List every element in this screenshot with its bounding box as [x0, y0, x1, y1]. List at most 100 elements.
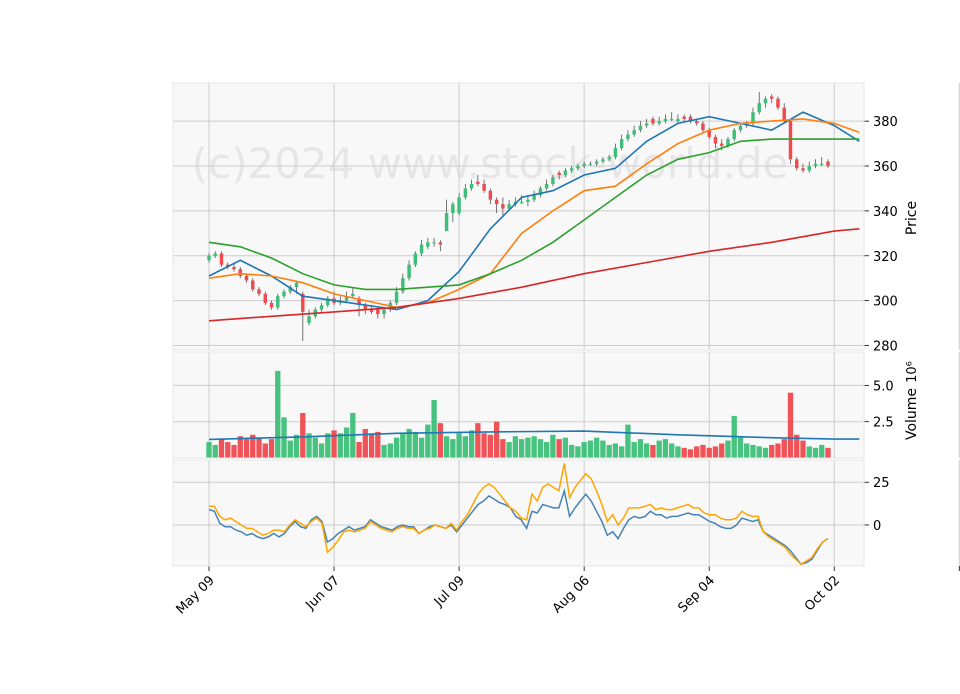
candle-body — [820, 163, 824, 165]
candle-body — [476, 181, 480, 184]
candle-body — [319, 305, 324, 310]
volume-bar — [531, 436, 537, 458]
osc-ytick-label: 0 — [873, 519, 881, 534]
candle-body — [801, 168, 805, 171]
candle-body — [788, 121, 793, 160]
volume-bar — [493, 421, 500, 458]
volume-bar — [550, 434, 556, 458]
volume-bar — [375, 431, 381, 458]
volume-bar — [512, 436, 519, 458]
candle-body — [669, 118, 674, 120]
volume-bar — [487, 434, 494, 458]
price-ytick-label: 380 — [873, 115, 898, 130]
candle-body — [619, 139, 624, 149]
x-tick-label: Jun 07 — [303, 573, 343, 613]
candle-body — [607, 157, 611, 160]
volume-bar — [337, 433, 343, 458]
candle-body — [551, 177, 555, 184]
volume-bar — [481, 433, 487, 458]
price-axis-label: Price — [904, 201, 920, 235]
candle-body — [826, 161, 830, 167]
volume-bar — [637, 439, 644, 458]
volume-bar — [719, 443, 725, 458]
candle-body — [576, 166, 580, 169]
candle-body — [795, 159, 799, 169]
candle-body — [563, 170, 568, 175]
candle-body — [682, 116, 686, 119]
volume-bar — [706, 447, 712, 458]
volume-bar — [737, 436, 744, 458]
volume-bar — [700, 444, 706, 458]
candle-body — [638, 125, 643, 131]
candle-body — [694, 121, 699, 124]
volume-bar — [750, 444, 756, 458]
volume-bar — [825, 447, 831, 458]
volume-ytick-label: 2.5 — [873, 416, 894, 431]
volume-bar — [331, 430, 337, 458]
volume-bar — [568, 444, 575, 458]
volume-bar — [687, 449, 694, 458]
candle-body — [451, 204, 455, 214]
candle-body — [432, 242, 436, 244]
candle-body — [601, 159, 605, 162]
candle-body — [657, 121, 661, 124]
candle-body — [207, 255, 211, 261]
volume-bar — [619, 446, 625, 458]
volume-bar — [587, 440, 594, 458]
x-tick-label: May 09 — [174, 573, 218, 617]
volume-bar — [475, 423, 481, 458]
candle-body — [376, 309, 380, 315]
volume-bar — [300, 412, 306, 458]
candle-body — [644, 123, 649, 126]
price-ytick-label: 280 — [873, 340, 898, 355]
candle-body — [394, 291, 399, 303]
volume-bar — [356, 442, 362, 458]
volume-bar — [393, 437, 400, 458]
price-ytick-label: 300 — [873, 295, 898, 310]
volume-bar — [262, 443, 268, 458]
volume-bar — [650, 444, 656, 458]
volume-bar — [450, 439, 456, 458]
volume-bar — [225, 442, 231, 458]
candle-body — [757, 103, 761, 113]
volume-bar — [318, 443, 325, 458]
candle-body — [532, 195, 536, 200]
volume-bar — [381, 444, 387, 458]
volume-bar — [275, 370, 281, 458]
volume-bar — [462, 436, 469, 458]
volume-bar — [812, 447, 819, 458]
volume-bar — [506, 442, 512, 458]
volume-axis-exponent: 10⁶ — [905, 361, 920, 383]
candle-body — [807, 166, 811, 171]
volume-bar — [575, 446, 581, 458]
volume-bar — [400, 433, 406, 458]
volume-bar — [312, 437, 318, 458]
candle-body — [238, 269, 242, 276]
candle-body — [676, 118, 680, 122]
volume-bar — [468, 430, 475, 458]
osc-ytick-label: 25 — [873, 476, 890, 491]
candle-body — [413, 253, 418, 265]
candle-body — [526, 199, 530, 202]
stock-chart: (c)2024 www.stock-world.de May 09 Jun 07 J… — [0, 0, 960, 690]
volume-bar — [681, 447, 687, 458]
candle-body — [613, 148, 618, 158]
candle-body — [594, 161, 599, 164]
candle-body — [663, 118, 668, 122]
candle-body — [738, 125, 743, 131]
candle-body — [519, 201, 524, 203]
candle-body — [488, 190, 493, 200]
volume-bar — [456, 433, 462, 458]
candle-body — [569, 168, 574, 171]
candle-body — [269, 302, 274, 308]
x-tick-label: Aug 06 — [550, 573, 593, 616]
candle-body — [763, 98, 768, 104]
panel-bg-price — [173, 83, 864, 350]
candle-body — [626, 134, 630, 140]
volume-bar — [662, 439, 669, 458]
volume-bar — [756, 446, 762, 458]
candle-body — [544, 183, 549, 189]
volume-bar — [343, 427, 350, 458]
volume-bar — [644, 443, 650, 458]
volume-bar — [212, 444, 218, 458]
